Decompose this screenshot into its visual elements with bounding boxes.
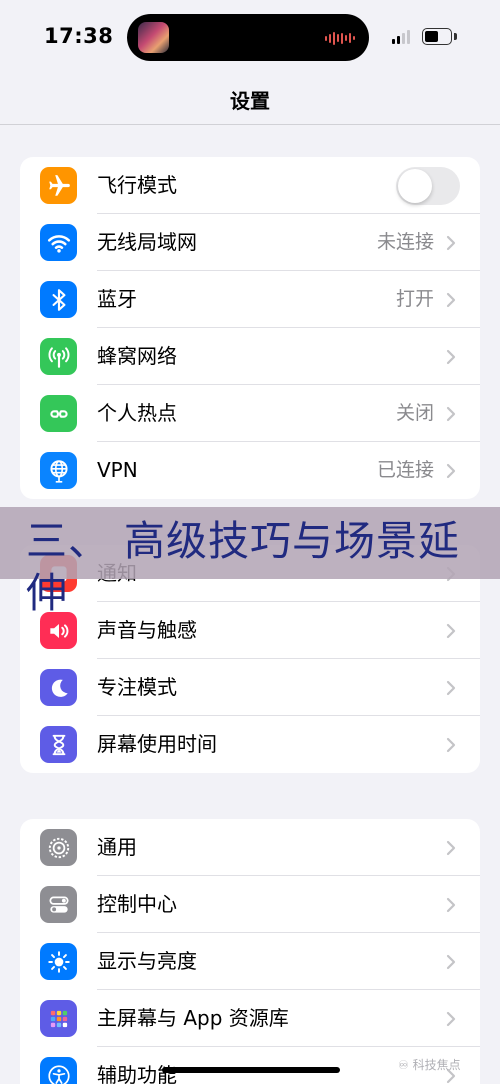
settings-group-connectivity: 飞行模式 无线局域网 未连接 蓝牙 打开 蜂窝网络 个人热点 关闭 VPN 已连… xyxy=(20,157,480,499)
row-value: 已连接 xyxy=(376,459,434,481)
settings-row-screen-time[interactable]: 屏幕使用时间 xyxy=(20,716,480,773)
app-grid-icon xyxy=(40,1000,77,1037)
cellular-signal-icon xyxy=(392,30,410,44)
settings-row-vpn[interactable]: VPN 已连接 xyxy=(20,442,480,499)
cellular-icon xyxy=(40,338,77,375)
settings-row-hotspot[interactable]: 个人热点 关闭 xyxy=(20,385,480,442)
gear-icon xyxy=(40,829,77,866)
row-label: 声音与触感 xyxy=(97,618,197,642)
status-bar: 17:38 xyxy=(0,0,500,75)
settings-row-general[interactable]: 通用 xyxy=(20,819,480,876)
audio-waveform-icon xyxy=(325,31,355,45)
chevron-right-icon xyxy=(446,463,456,479)
row-value: 打开 xyxy=(395,288,434,310)
chevron-right-icon xyxy=(446,349,456,365)
row-label: 显示与亮度 xyxy=(97,949,197,973)
row-label: VPN xyxy=(97,458,138,482)
chevron-right-icon xyxy=(446,954,456,970)
row-label: 控制中心 xyxy=(97,892,177,916)
chevron-right-icon xyxy=(446,406,456,422)
settings-group-general: 通用 控制中心 显示与亮度 主屏幕与 App 资源库 辅助功能 xyxy=(20,819,480,1084)
chevron-right-icon xyxy=(446,1011,456,1027)
hourglass-icon xyxy=(40,726,77,763)
wifi-icon xyxy=(40,224,77,261)
chevron-right-icon xyxy=(446,737,456,753)
row-label: 蜂窝网络 xyxy=(97,344,177,368)
settings-row-home-screen[interactable]: 主屏幕与 App 资源库 xyxy=(20,990,480,1047)
switches-icon xyxy=(40,886,77,923)
vpn-globe-icon xyxy=(40,452,77,489)
dynamic-island[interactable] xyxy=(127,14,369,61)
settings-row-bluetooth[interactable]: 蓝牙 打开 xyxy=(20,271,480,328)
battery-icon xyxy=(422,28,452,45)
settings-row-focus[interactable]: 专注模式 xyxy=(20,659,480,716)
sun-icon xyxy=(40,943,77,980)
moon-icon xyxy=(40,669,77,706)
hotspot-icon xyxy=(40,395,77,432)
row-label: 个人热点 xyxy=(97,401,177,425)
settings-row-control-center[interactable]: 控制中心 xyxy=(20,876,480,933)
settings-row-cellular[interactable]: 蜂窝网络 xyxy=(20,328,480,385)
row-label: 通用 xyxy=(97,835,137,859)
chevron-right-icon xyxy=(446,623,456,639)
toggle-knob xyxy=(398,169,432,203)
accessibility-icon xyxy=(40,1057,77,1084)
watermark-logo-icon: ♾ xyxy=(398,1058,413,1072)
watermark-text: 科技焦点 xyxy=(412,1058,461,1072)
settings-row-wifi[interactable]: 无线局域网 未连接 xyxy=(20,214,480,271)
airplane-mode-toggle[interactable] xyxy=(396,167,460,205)
row-label: 蓝牙 xyxy=(97,287,137,311)
battery-tip xyxy=(454,33,457,40)
row-label: 专注模式 xyxy=(97,675,177,699)
chevron-right-icon xyxy=(446,235,456,251)
home-indicator[interactable] xyxy=(162,1067,340,1073)
navigation-bar: 设置 xyxy=(0,75,500,125)
settings-row-airplane-mode[interactable]: 飞行模式 xyxy=(20,157,480,214)
row-label: 辅助功能 xyxy=(97,1063,177,1084)
row-label: 飞行模式 xyxy=(97,173,177,197)
airplane-icon xyxy=(40,167,77,204)
status-time: 17:38 xyxy=(44,24,114,48)
settings-row-display[interactable]: 显示与亮度 xyxy=(20,933,480,990)
watermark: ♾ 科技焦点 xyxy=(398,1056,461,1073)
chevron-right-icon xyxy=(446,292,456,308)
row-value: 未连接 xyxy=(376,231,434,253)
album-art-thumbnail xyxy=(138,22,169,53)
chevron-right-icon xyxy=(446,840,456,856)
bluetooth-icon xyxy=(40,281,77,318)
banner-text: 三、 高级技巧与场景延伸 xyxy=(26,517,461,617)
row-value: 关闭 xyxy=(395,402,434,424)
chevron-right-icon xyxy=(446,897,456,913)
chevron-right-icon xyxy=(446,680,456,696)
overlay-banner: 三、 高级技巧与场景延伸 xyxy=(0,507,500,617)
row-label: 无线局域网 xyxy=(97,230,197,254)
page-title: 设置 xyxy=(230,89,270,113)
row-label: 屏幕使用时间 xyxy=(97,732,217,756)
row-label: 主屏幕与 App 资源库 xyxy=(97,1006,289,1030)
